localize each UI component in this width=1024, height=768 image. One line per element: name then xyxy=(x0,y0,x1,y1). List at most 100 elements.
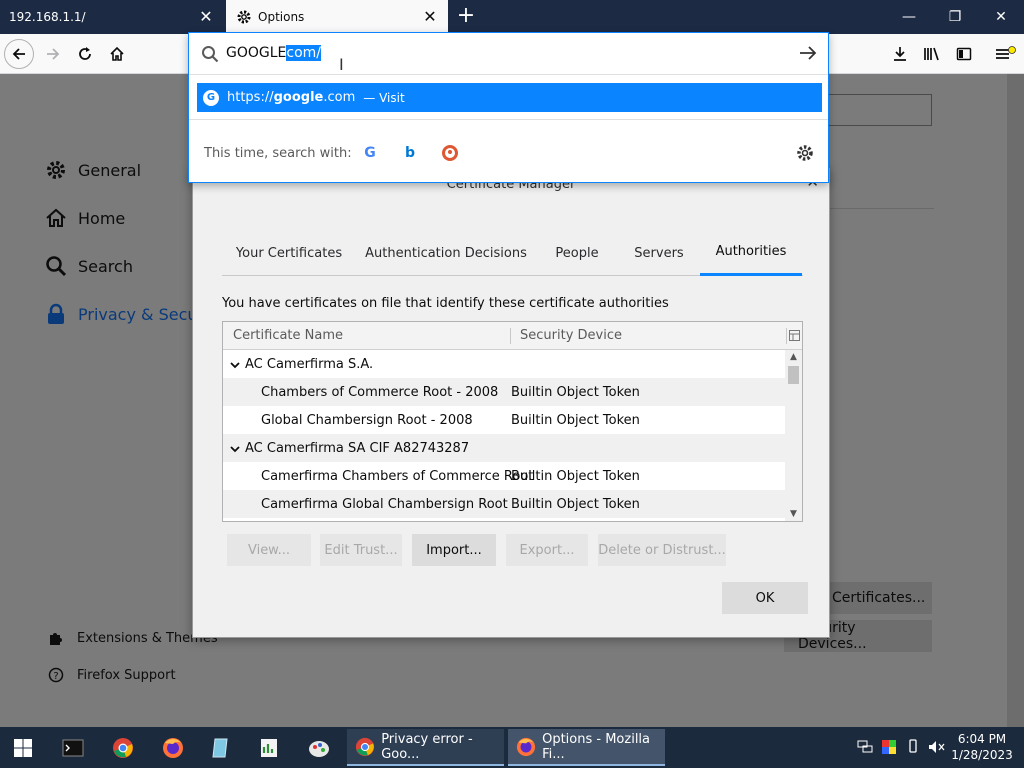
system-clock[interactable]: 6:04 PM 1/28/2023 xyxy=(950,731,1014,763)
new-tab-button[interactable]: + xyxy=(456,5,476,27)
tab-your-certificates[interactable]: Your Certificates xyxy=(222,230,356,276)
chrome-icon[interactable] xyxy=(106,731,140,765)
tab-label: Authorities xyxy=(715,244,787,259)
downloads-button[interactable] xyxy=(885,39,915,69)
button-label: OK xyxy=(755,590,775,606)
back-button[interactable] xyxy=(4,39,34,69)
color-display-icon[interactable] xyxy=(880,739,898,755)
button-label: Certificates... xyxy=(832,590,926,606)
volume-mute-icon[interactable] xyxy=(928,739,946,755)
autofill-selection: com/ xyxy=(286,45,322,61)
view-certificates-button[interactable]: Certificates... xyxy=(818,582,932,614)
sidebar-button[interactable] xyxy=(949,39,979,69)
category-privacy[interactable]: Privacy & Securi xyxy=(44,302,209,326)
restore-button[interactable]: ❐ xyxy=(932,0,978,34)
chevron-down-icon[interactable] xyxy=(230,359,240,369)
bing-engine-icon[interactable]: b xyxy=(401,144,419,162)
page-scrollbar[interactable] xyxy=(1007,74,1024,727)
google-engine-icon[interactable]: G xyxy=(361,144,379,162)
ok-button[interactable]: OK xyxy=(722,582,808,614)
tab-servers[interactable]: Servers xyxy=(618,230,700,276)
chevron-down-icon[interactable] xyxy=(230,443,240,453)
category-general[interactable]: General xyxy=(44,158,141,182)
cert-name: AC Camerfirma SA CIF A82743287 xyxy=(245,440,470,456)
gear-icon[interactable] xyxy=(796,144,814,166)
tab-options[interactable]: Options ✕ xyxy=(226,0,448,34)
menu-button[interactable] xyxy=(990,39,1020,69)
home-button[interactable] xyxy=(102,39,132,69)
minimize-button[interactable]: — xyxy=(886,0,932,34)
lock-icon xyxy=(44,302,68,326)
scroll-up-icon[interactable]: ▲ xyxy=(785,350,802,364)
scrollbar-thumb[interactable] xyxy=(788,366,799,384)
find-in-options-input[interactable] xyxy=(820,94,932,126)
notepad-icon[interactable] xyxy=(204,731,238,765)
tree-row[interactable]: Global Chambersign Root - 2008 Builtin O… xyxy=(223,406,786,434)
puzzle-icon xyxy=(48,630,64,646)
security-device: Builtin Object Token xyxy=(511,384,640,400)
export-button[interactable]: Export... xyxy=(506,534,588,566)
tree-row[interactable]: AC Camerfirma S.A. xyxy=(223,350,786,378)
firefox-icon[interactable] xyxy=(156,731,190,765)
tab-label: Servers xyxy=(634,245,684,261)
tree-row[interactable]: AC Camerfirma SA CIF A82743287 xyxy=(223,434,786,462)
reload-button[interactable] xyxy=(70,39,100,69)
task-label: Options - Mozilla Fi... xyxy=(542,731,651,762)
tab-people[interactable]: People xyxy=(536,230,618,276)
svg-text:?: ? xyxy=(53,671,58,682)
tree-row[interactable]: Camerfirma Global Chambersign Root Built… xyxy=(223,490,786,518)
tab-label: 192.168.1.1/ xyxy=(9,10,86,24)
clock-date: 1/28/2023 xyxy=(951,748,1013,762)
category-search[interactable]: Search xyxy=(44,254,133,278)
cert-name: Chambers of Commerce Root - 2008 xyxy=(261,384,499,400)
column-security-device[interactable]: Security Device xyxy=(520,328,622,343)
close-icon[interactable]: ✕ xyxy=(422,9,438,25)
one-off-search-bar: This time, search with: G b xyxy=(189,119,828,183)
tab-authorities[interactable]: Authorities xyxy=(700,230,802,276)
library-button[interactable] xyxy=(917,39,947,69)
column-picker-icon[interactable] xyxy=(789,330,800,345)
search-icon xyxy=(201,45,219,67)
firefox-support-link[interactable]: ? Firefox Support xyxy=(48,667,176,683)
taskbar-firefox-options[interactable]: Options - Mozilla Fi... xyxy=(508,729,665,766)
tree-row[interactable]: Chambers of Commerce Root - 2008 Builtin… xyxy=(223,378,786,406)
tree-row[interactable]: Camerfirma Chambers of Commerce Root Bui… xyxy=(223,462,786,490)
forward-button[interactable] xyxy=(38,39,68,69)
usb-icon[interactable] xyxy=(904,739,922,755)
chrome-icon xyxy=(355,736,375,758)
duckduckgo-engine-icon[interactable] xyxy=(441,144,459,162)
tab-router[interactable]: 192.168.1.1/ ✕ xyxy=(0,0,224,34)
url-input[interactable]: GOOGLE com/ I xyxy=(189,33,828,75)
spreadsheet-icon[interactable] xyxy=(252,731,286,765)
window-close-button[interactable]: ✕ xyxy=(978,0,1024,34)
delete-distrust-button[interactable]: Delete or Distrust... xyxy=(598,534,726,566)
network-icon[interactable] xyxy=(856,739,874,755)
divider xyxy=(830,208,934,209)
edit-trust-button[interactable]: Edit Trust... xyxy=(320,534,402,566)
windows-start-icon[interactable] xyxy=(6,731,40,765)
column-separator xyxy=(786,328,787,344)
view-button[interactable]: View... xyxy=(227,534,311,566)
urlbar-popup: GOOGLE com/ I G https://google.com — Visi… xyxy=(188,32,829,183)
import-button[interactable]: Import... xyxy=(412,534,496,566)
paint-icon[interactable] xyxy=(302,731,336,765)
taskbar-chrome-privacy-error[interactable]: Privacy error - Goo... xyxy=(347,729,504,766)
close-icon[interactable]: ✕ xyxy=(198,9,214,25)
tree-scrollbar[interactable]: ▲ ▼ xyxy=(785,350,802,521)
category-home[interactable]: Home xyxy=(44,206,125,230)
scroll-down-icon[interactable]: ▼ xyxy=(785,507,802,521)
cert-name: AC Camerfirma S.A. xyxy=(245,356,374,372)
certificate-tree[interactable]: Certificate Name Security Device AC Came… xyxy=(222,321,803,522)
url-prefix: https:// xyxy=(227,90,274,105)
autocomplete-suggestion[interactable]: G https://google.com — Visit xyxy=(197,83,822,112)
tab-label: Your Certificates xyxy=(235,245,343,261)
button-label: Export... xyxy=(519,542,575,558)
column-certificate-name[interactable]: Certificate Name xyxy=(233,328,343,343)
help-icon: ? xyxy=(48,667,64,683)
search-icon xyxy=(44,254,68,278)
terminal-icon[interactable] xyxy=(56,731,90,765)
tab-authentication-decisions[interactable]: Authentication Decisions xyxy=(356,230,536,276)
url-host: google xyxy=(273,90,324,105)
security-device: Builtin Object Token xyxy=(511,496,640,512)
go-arrow-icon[interactable] xyxy=(798,44,818,66)
